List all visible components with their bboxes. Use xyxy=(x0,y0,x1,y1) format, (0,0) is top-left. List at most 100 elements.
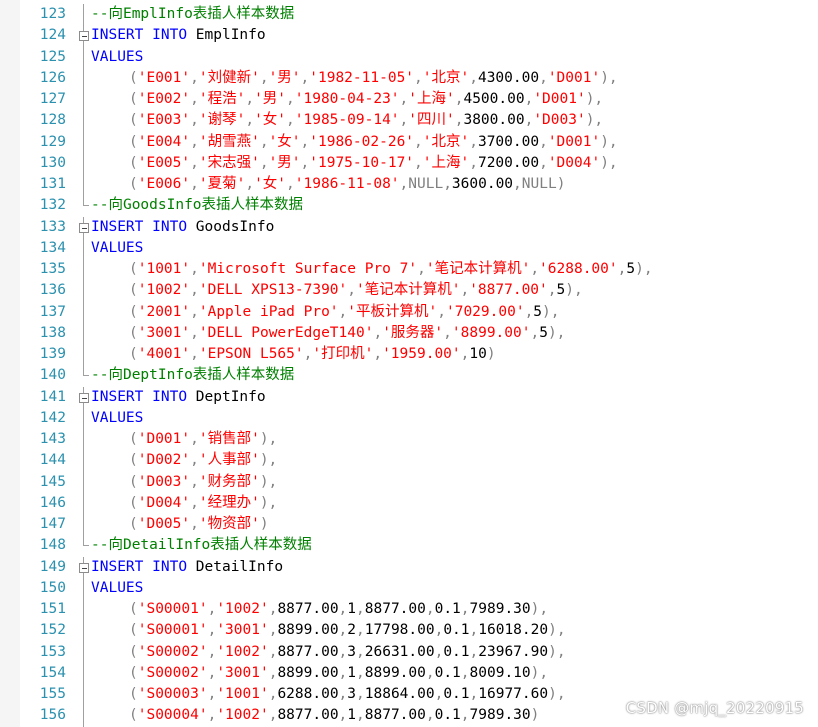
punctuation-token: , xyxy=(190,452,199,469)
punctuation-token: , xyxy=(547,282,557,299)
code-text: INSERT INTO GoodsInfo xyxy=(91,217,274,238)
punctuation-token: , xyxy=(399,112,409,129)
fold-guide xyxy=(79,344,89,366)
fold-guide xyxy=(79,514,89,536)
string-token: 'E004' xyxy=(137,133,191,150)
punctuation-token: ( xyxy=(129,707,138,724)
code-line[interactable]: 125 VALUES xyxy=(0,46,818,68)
line-number: 135 xyxy=(39,261,66,277)
punctuation-token: , xyxy=(190,154,199,171)
punctuation-token: ( xyxy=(129,282,138,299)
number-token: 1 xyxy=(347,664,357,681)
code-line[interactable]: 146 ('D004','经理办'), xyxy=(0,492,818,514)
code-line[interactable]: 138 ('3001','DELL PowerEdgeT140','服务器','8… xyxy=(0,322,818,344)
keyword-token: INSERT xyxy=(91,388,144,405)
code-line[interactable]: 153 ('S00002','1002',8877.00,3,26631.00,0… xyxy=(0,641,818,663)
number-token: 16018.20 xyxy=(478,622,549,639)
punctuation-token: , xyxy=(259,69,269,86)
string-token: '1002' xyxy=(216,601,269,617)
code-line[interactable]: 132 --向GoodsInfo表插人样本数据 xyxy=(0,195,818,216)
punctuation-token: , xyxy=(460,282,470,299)
code-line[interactable]: 126 ('E001','刘健新','男','1982-11-05','北京',4… xyxy=(0,67,818,89)
code-line[interactable]: 149 INSERT INTO DetailInfo xyxy=(0,556,818,579)
code-line[interactable]: 137 ('2001','Apple iPad Pro','平板计算机','702… xyxy=(0,301,818,323)
code-line[interactable]: 123 --向EmplInfo表插人样本数据 xyxy=(0,4,818,26)
collapse-icon[interactable] xyxy=(79,216,89,239)
code-line[interactable]: 152 ('S00001','3001',8899.00,2,17798.00,0… xyxy=(0,620,818,642)
code-line[interactable]: 129 ('E004','胡雪燕','女','1986-02-26','北京',3… xyxy=(0,131,818,153)
code-line[interactable]: 148 --向DetailInfo表插人样本数据 xyxy=(0,535,818,556)
code-line[interactable]: 135 ('1001','Microsoft Surface Pro 7','笔记… xyxy=(0,259,818,281)
number-token: 3600.00 xyxy=(451,176,514,192)
code-line[interactable]: 150 VALUES xyxy=(0,577,818,599)
fold-guide xyxy=(79,46,89,68)
code-line[interactable]: 136 ('1002','DELL XPS13-7390','笔记本计算机','8… xyxy=(0,280,818,302)
string-token: 'D001' xyxy=(137,431,191,447)
code-line[interactable]: 131 ('E006','夏菊','女','1986-11-08',NULL,36… xyxy=(0,174,818,196)
line-number: 154 xyxy=(39,664,66,681)
identifier-token xyxy=(143,559,152,575)
code-text: ('3001','DELL PowerEdgeT140','服务器','8899… xyxy=(91,323,565,344)
punctuation-token: , xyxy=(530,261,540,277)
string-token: '1986-02-26' xyxy=(309,133,415,150)
punctuation-token: ), xyxy=(530,601,549,617)
code-line[interactable]: 145 ('D003','财务部'), xyxy=(0,471,818,493)
punctuation-token: , xyxy=(207,622,217,639)
punctuation-token: , xyxy=(425,707,435,724)
punctuation-token: , xyxy=(259,133,269,150)
code-line[interactable]: 139 ('4001','EPSON L565','打印机','1959.00',… xyxy=(0,344,818,366)
fold-guide xyxy=(79,429,89,451)
string-token: '1002' xyxy=(216,707,269,724)
punctuation-token: , xyxy=(539,69,548,86)
string-token: 'E002' xyxy=(137,91,191,107)
code-line[interactable]: 130 ('E005','宋志强','男','1975-10-17','上海',7… xyxy=(0,152,818,174)
code-text: --向DetailInfo表插人样本数据 xyxy=(91,535,312,556)
code-line[interactable]: 143 ('D001','销售部'), xyxy=(0,429,818,451)
number-token: 8899.00 xyxy=(277,622,339,639)
code-text: ('D005','物资部') xyxy=(91,514,269,535)
punctuation-token: ( xyxy=(129,686,138,702)
number-token: 7989.30 xyxy=(469,601,531,617)
code-editor[interactable]: 123 --向EmplInfo表插人样本数据 124 INSERT INTO Empl… xyxy=(0,0,818,727)
code-line[interactable]: 147 ('D005','物资部') xyxy=(0,514,818,536)
code-line[interactable]: 134 VALUES xyxy=(0,237,818,259)
punctuation-token: ( xyxy=(129,133,138,150)
number-token: 0.1 xyxy=(443,686,470,702)
collapse-icon[interactable] xyxy=(79,386,89,409)
code-line[interactable]: 151 ('S00001','1002',8877.00,1,8877.00,0.… xyxy=(0,599,818,621)
punctuation-token: , xyxy=(460,707,470,724)
code-line[interactable]: 133 INSERT INTO GoodsInfo xyxy=(0,216,818,239)
fold-guide xyxy=(79,684,89,706)
punctuation-token: , xyxy=(190,473,199,490)
line-number: 125 xyxy=(39,48,66,65)
collapse-icon[interactable] xyxy=(79,25,89,48)
code-line[interactable]: 154 ('S00002','3001',8899.00,1,8899.00,0.… xyxy=(0,662,818,684)
code-line[interactable]: 140 --向DeptInfo表插人样本数据 xyxy=(0,365,818,386)
code-line[interactable]: 127 ('E002','程浩','男','1980-04-23','上海',45… xyxy=(0,89,818,111)
punctuation-token: ), xyxy=(548,622,566,639)
punctuation-token: , xyxy=(286,176,295,192)
number-token: 4500.00 xyxy=(463,91,525,107)
string-token: '平板计算机' xyxy=(347,303,438,320)
code-line[interactable]: 144 ('D002','人事部'), xyxy=(0,450,818,472)
string-token: '财务部' xyxy=(198,473,260,490)
number-token: 0.1 xyxy=(434,601,461,617)
string-token: '北京' xyxy=(422,69,470,86)
collapse-icon[interactable] xyxy=(79,556,89,579)
code-line[interactable]: 142 VALUES xyxy=(0,407,818,429)
number-token: 8877.00 xyxy=(364,601,426,617)
fold-guide xyxy=(79,450,89,472)
punctuation-token: , xyxy=(190,303,199,320)
code-line[interactable]: 128 ('E003','谢琴','女','1985-09-14','四川',38… xyxy=(0,110,818,132)
identifier-token: EmplInfo xyxy=(187,27,266,44)
number-token: 10 xyxy=(469,346,487,362)
punctuation-token: , xyxy=(286,91,295,107)
code-line[interactable]: 124 INSERT INTO EmplInfo xyxy=(0,25,818,48)
punctuation-token: ), xyxy=(259,452,278,469)
punctuation-token: , xyxy=(539,133,548,150)
punctuation-token: ), xyxy=(600,133,618,150)
punctuation-token: ( xyxy=(129,664,138,681)
punctuation-token: , xyxy=(356,622,365,639)
code-line[interactable]: 141 INSERT INTO DeptInfo xyxy=(0,386,818,409)
string-token: 'DELL PowerEdgeT140' xyxy=(198,324,374,341)
